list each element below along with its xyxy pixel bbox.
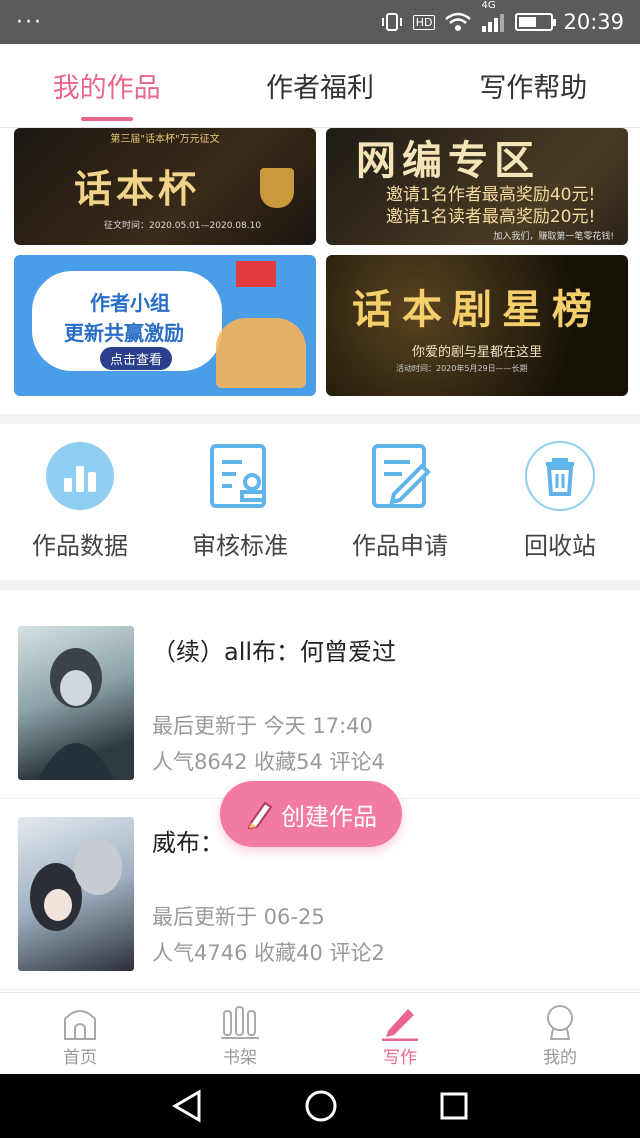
quick-actions: 作品数据 审核标准 作品申请 回收站 — [0, 424, 640, 580]
banner-drama-star-title: 话本剧星榜 — [352, 286, 602, 333]
tab-author-benefits[interactable]: 作者福利 — [213, 44, 426, 127]
nav-label: 我的 — [543, 1048, 577, 1068]
top-tabs: 我的作品 作者福利 写作帮助 — [0, 44, 640, 128]
hd-badge: HD — [412, 14, 436, 30]
notification-dots: ··· — [16, 9, 43, 35]
banner-grid: 第三届"话本杯"万元征文 话本杯 征文时间：2020.05.01—2020.08… — [0, 128, 640, 414]
bottom-nav: 首页 书架 写作 我的 — [0, 992, 640, 1074]
action-label: 回收站 — [524, 532, 596, 560]
nav-write[interactable]: 写作 — [320, 993, 480, 1074]
banner-drama-star[interactable]: 话本剧星榜 你爱的剧与星都在这里 活动时间：2020年5月29日——长期 — [326, 255, 628, 396]
section-divider — [0, 414, 640, 424]
trophy-icon — [260, 168, 294, 208]
banner-author-group-line2: 更新共赢激励 — [64, 321, 184, 345]
nav-home[interactable]: 首页 — [0, 993, 160, 1074]
banner-huaben-cup-date: 征文时间：2020.05.01—2020.08.10 — [104, 221, 262, 231]
nav-bookshelf[interactable]: 书架 — [160, 993, 320, 1074]
action-works-apply[interactable]: 作品申请 — [320, 424, 480, 580]
section-divider — [0, 580, 640, 590]
list-item[interactable]: （续）all布：何曾爱过 最后更新于 今天 17:40 人气8642 收藏54 … — [0, 608, 640, 799]
tab-writing-help[interactable]: 写作帮助 — [427, 44, 640, 127]
clock: 20:39 — [563, 10, 624, 34]
work-cover — [18, 817, 134, 971]
banner-editor-zone-line2: 邀请1名读者最高奖励20元! — [386, 207, 596, 227]
status-icons: HD 4G 20:39 — [381, 0, 624, 34]
status-bar: ··· HD 4G 20:39 — [0, 0, 640, 44]
nav-profile[interactable]: 我的 — [480, 993, 640, 1074]
work-stats: 人气4746 收藏40 评论2 — [152, 941, 385, 965]
tab-my-works[interactable]: 我的作品 — [0, 44, 213, 127]
work-stats: 人气8642 收藏54 评论4 — [152, 750, 385, 774]
action-label: 审核标准 — [192, 532, 288, 560]
pen-icon — [380, 1001, 420, 1043]
battery-fill — [519, 17, 536, 27]
banner-editor-zone-foot: 加入我们，赚取第一笔零花钱! — [493, 232, 614, 242]
home-circle-icon[interactable] — [304, 1089, 338, 1123]
bookshelf-icon — [220, 1001, 260, 1043]
work-updated: 最后更新于 06-25 — [152, 905, 325, 929]
recents-icon[interactable] — [439, 1091, 469, 1121]
system-nav-bar — [0, 1074, 640, 1138]
nav-label: 写作 — [383, 1048, 417, 1068]
banner-editor-zone-title: 网编专区 — [356, 137, 540, 184]
banner-author-group[interactable]: 作者小组 更新共赢激励 点击查看 — [14, 255, 316, 396]
banner-drama-star-foot: 活动时间：2020年5月29日——长期 — [396, 364, 528, 373]
action-works-data[interactable]: 作品数据 — [0, 424, 160, 580]
work-cover — [18, 626, 134, 780]
network-type: 4G — [481, 0, 496, 11]
action-review-standard[interactable]: 审核标准 — [160, 424, 320, 580]
back-icon[interactable] — [171, 1089, 203, 1123]
pencil-icon — [247, 801, 273, 829]
nav-label: 书架 — [223, 1048, 257, 1068]
work-updated: 最后更新于 今天 17:40 — [152, 714, 373, 738]
nav-label: 首页 — [63, 1048, 97, 1068]
banner-drama-star-subtitle: 你爱的剧与星都在这里 — [411, 345, 542, 360]
action-recycle-bin[interactable]: 回收站 — [480, 424, 640, 580]
profile-icon — [541, 1001, 579, 1043]
app-screen: ··· HD 4G 20:39 我的作品 作者福利 写作帮助 第三届"话本杯"万… — [0, 0, 640, 1138]
action-label: 作品数据 — [32, 532, 128, 560]
home-icon — [61, 1001, 99, 1043]
work-title: （续）all布：何曾爱过 — [152, 638, 397, 666]
signal-indicator: 4G — [481, 0, 505, 32]
battery-icon — [515, 13, 557, 31]
vibrate-icon — [381, 13, 402, 31]
signal-icon — [482, 14, 505, 32]
work-title: 威布： — [152, 829, 224, 857]
trash-icon — [524, 440, 596, 512]
banner-author-group-button[interactable]: 点击查看 — [100, 347, 173, 370]
banner-editor-zone[interactable]: 网编专区 邀请1名作者最高奖励40元! 邀请1名读者最高奖励20元! 加入我们，… — [326, 128, 628, 245]
illustration-people — [216, 318, 306, 388]
edit-document-icon — [364, 440, 436, 512]
banner-huaben-cup[interactable]: 第三届"话本杯"万元征文 话本杯 征文时间：2020.05.01—2020.08… — [14, 128, 316, 245]
action-label: 作品申请 — [352, 532, 448, 560]
bar-chart-icon — [44, 440, 116, 512]
create-work-button[interactable]: 创建作品 — [220, 781, 402, 847]
banner-huaben-cup-top: 第三届"话本杯"万元征文 — [110, 134, 220, 145]
banner-huaben-cup-title: 话本杯 — [74, 166, 201, 211]
flag-icon — [236, 261, 276, 287]
banner-author-group-line1: 作者小组 — [90, 291, 170, 315]
wifi-icon — [445, 12, 472, 31]
create-work-label: 创建作品 — [281, 802, 377, 831]
review-standard-icon — [204, 440, 276, 512]
